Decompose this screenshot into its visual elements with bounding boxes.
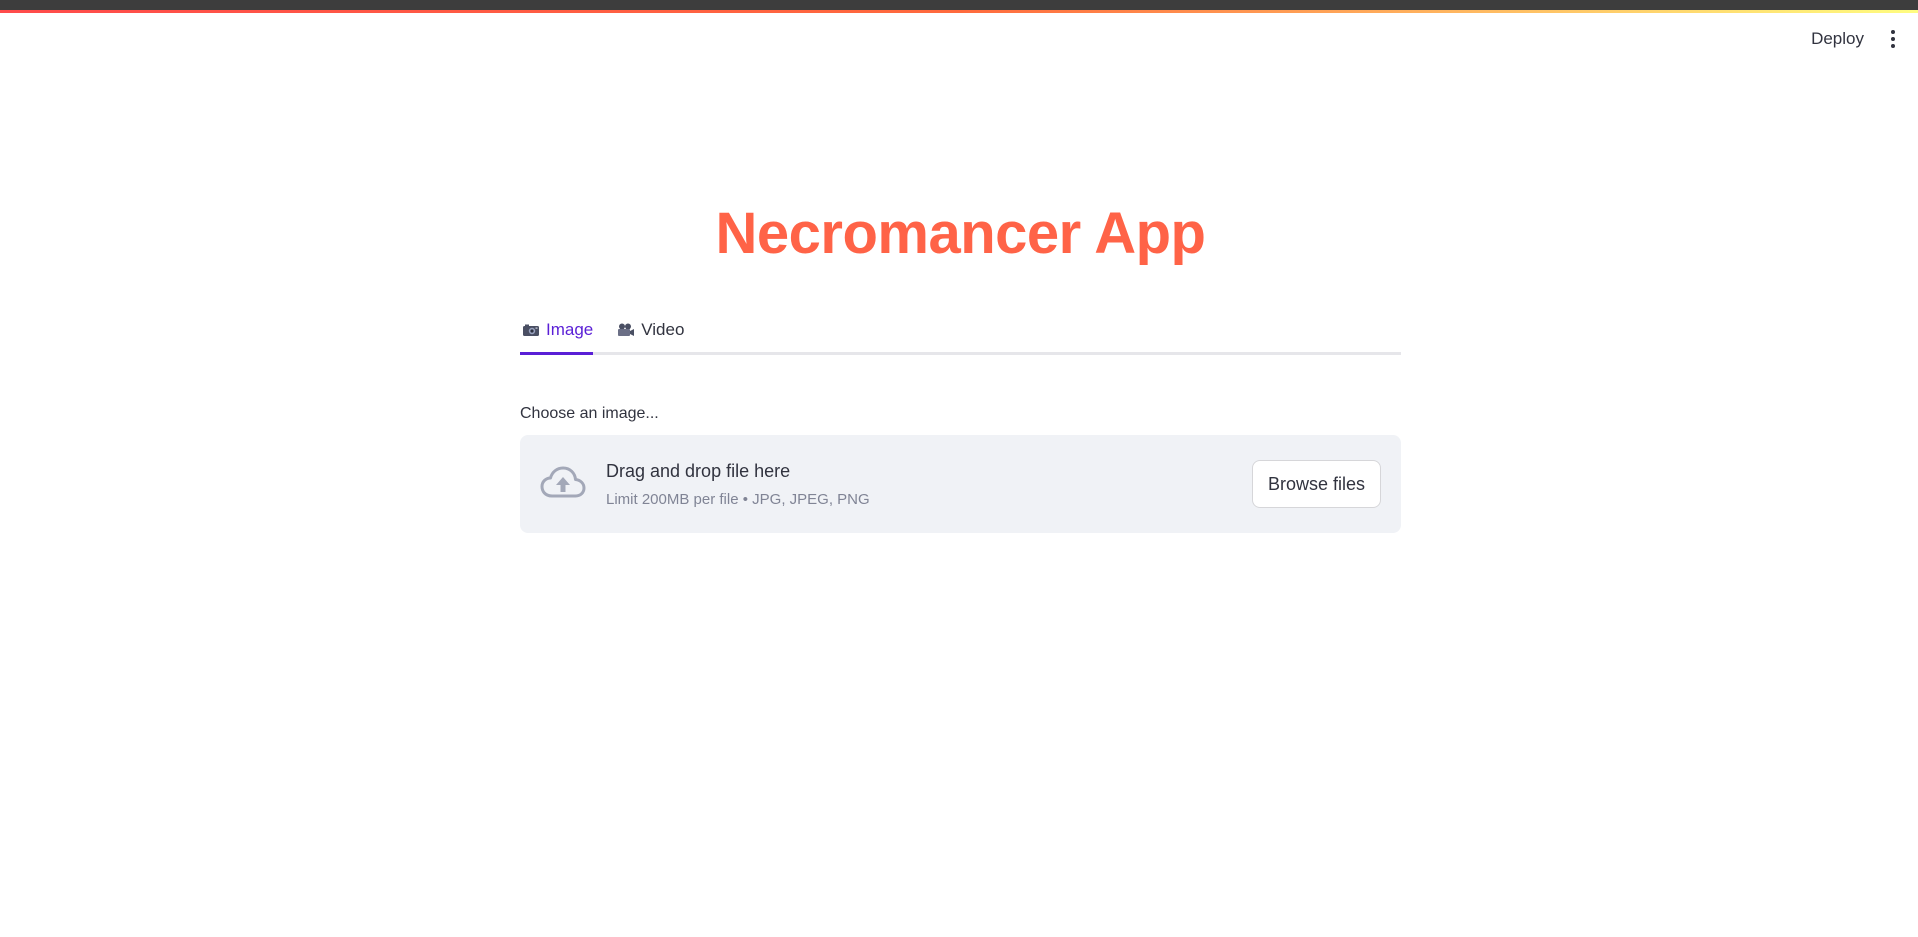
- dropzone-instructions: Drag and drop file here Limit 200MB per …: [606, 461, 1252, 508]
- uploader-label: Choose an image...: [520, 405, 659, 422]
- browse-files-button[interactable]: Browse files: [1251, 460, 1381, 508]
- camera-icon: [523, 324, 539, 336]
- kebab-menu-icon[interactable]: [1886, 28, 1900, 50]
- header-toolbar: Deploy: [1811, 28, 1900, 50]
- dropzone-title: Drag and drop file here: [606, 460, 791, 481]
- browser-top-strip: [0, 0, 1918, 10]
- main-content: Necromancer App Image Video Choose an im…: [520, 200, 1401, 533]
- tab-video-label: Video: [641, 320, 685, 339]
- header-decoration-line: [0, 10, 1918, 13]
- cloud-upload-icon: [540, 466, 586, 498]
- tab-image-label: Image: [546, 320, 594, 339]
- tab-list: Image Video: [520, 311, 1401, 355]
- deploy-button[interactable]: Deploy: [1811, 29, 1864, 49]
- file-dropzone[interactable]: Drag and drop file here Limit 200MB per …: [520, 435, 1401, 533]
- tab-video[interactable]: Video: [615, 320, 684, 352]
- dropzone-limits: Limit 200MB per file • JPG, JPEG, PNG: [606, 490, 870, 508]
- page-title: Necromancer App: [715, 201, 1206, 266]
- tab-image[interactable]: Image: [520, 320, 594, 355]
- movie-camera-icon: [618, 323, 635, 336]
